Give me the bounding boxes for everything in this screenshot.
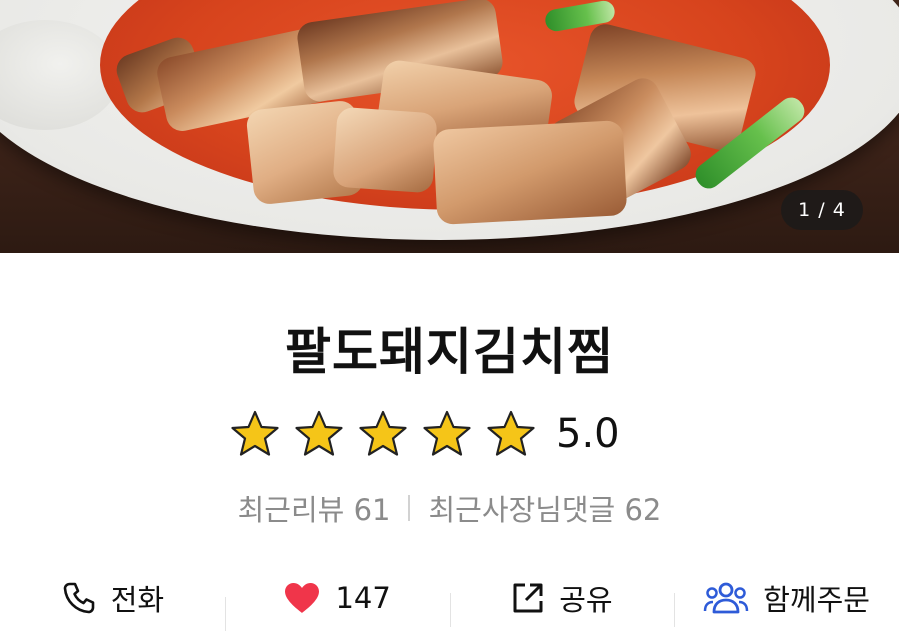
divider xyxy=(408,495,411,521)
like-count: 147 xyxy=(335,581,391,615)
group-order-label: 함께주문 xyxy=(763,583,870,617)
hero-image[interactable]: 1 / 4 xyxy=(0,0,899,253)
phone-icon xyxy=(63,582,94,614)
restaurant-title: 팔도돼지김치찜 xyxy=(285,323,614,381)
group-icon xyxy=(704,582,749,614)
star-icon xyxy=(359,410,407,456)
image-page-indicator: 1 / 4 xyxy=(781,190,863,230)
call-label: 전화 xyxy=(110,583,165,617)
call-button[interactable]: 전화 xyxy=(0,577,225,619)
share-icon xyxy=(513,583,543,613)
rating[interactable]: 5.0 xyxy=(230,404,620,464)
star-icon xyxy=(231,410,279,456)
group-order-button[interactable]: 함께주문 xyxy=(674,577,899,627)
heart-icon xyxy=(285,583,320,613)
rating-score: 5.0 xyxy=(556,411,620,457)
star-icon xyxy=(423,410,471,456)
owner-replies-link[interactable]: 최근사장님댓글 62 xyxy=(428,487,661,529)
review-stats: 최근리뷰 61 최근사장님댓글 62 xyxy=(0,487,899,529)
like-button[interactable]: 147 xyxy=(224,581,450,631)
share-button[interactable]: 공유 xyxy=(449,577,675,627)
share-label: 공유 xyxy=(559,583,613,617)
action-bar: 전화 147 공유 함께주문 xyxy=(0,565,899,631)
star-icon xyxy=(487,410,535,456)
star-icon xyxy=(295,410,343,456)
recent-reviews-link[interactable]: 최근리뷰 61 xyxy=(238,487,391,529)
